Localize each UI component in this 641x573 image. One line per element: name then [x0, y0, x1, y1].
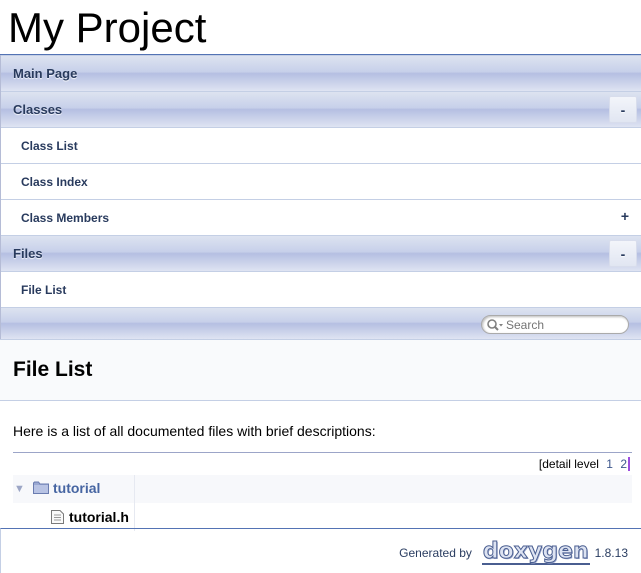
project-name: My Project	[8, 4, 207, 51]
collapse-toggle-classes[interactable]: -	[609, 96, 637, 123]
tree-row[interactable]: ▼ tutorial	[13, 475, 632, 503]
page-header: File List	[0, 339, 641, 401]
search-box[interactable]	[481, 315, 629, 334]
menu-main-page-label: Main Page	[13, 66, 78, 81]
folder-name[interactable]: tutorial	[53, 480, 100, 496]
detail-level: [detail level 1 2	[539, 457, 630, 471]
menu-classes[interactable]: Classes -	[1, 91, 641, 127]
search-icon[interactable]	[486, 318, 503, 332]
detail-level-bar: [detail level 1 2	[13, 453, 632, 475]
menu-class-list[interactable]: Class List	[1, 127, 641, 163]
title-area: My Project	[0, 0, 641, 55]
search-bar	[1, 307, 641, 339]
menu-file-list[interactable]: File List	[1, 271, 641, 307]
footer: Generated by doxygen 1.8.13	[0, 528, 641, 573]
menu-class-members[interactable]: Class Members +	[1, 199, 641, 235]
menu-class-index[interactable]: Class Index	[1, 163, 641, 199]
tree-row-name-cell: tutorial.h	[13, 503, 135, 531]
search-input[interactable]	[506, 317, 616, 332]
detail-level-label: [detail level	[538, 457, 599, 471]
file-tree-table: [detail level 1 2 ▼ tutorial tutorial.h	[13, 452, 632, 531]
document-icon	[51, 510, 64, 524]
menu-classes-label: Classes	[13, 102, 63, 117]
doxygen-logo[interactable]: doxygen	[481, 540, 590, 565]
nav-menu: Main Page Classes - Class List Class Ind…	[0, 55, 641, 339]
detail-level-1-link[interactable]: 1	[606, 457, 613, 471]
intro-text: Here is a list of all documented files w…	[13, 423, 376, 439]
version-text: 1.8.13	[594, 546, 628, 560]
expand-arrow-icon[interactable]: ▼	[14, 483, 25, 495]
main-content: Here is a list of all documented files w…	[0, 423, 641, 531]
expand-toggle-class-members[interactable]: +	[621, 208, 629, 224]
menu-class-index-label: Class Index	[21, 174, 88, 189]
menu-file-list-label: File List	[21, 282, 67, 297]
tree-row[interactable]: tutorial.h	[13, 503, 632, 531]
menu-files-label: Files	[13, 246, 43, 261]
folder-icon	[33, 481, 49, 494]
menu-class-list-label: Class List	[21, 138, 78, 153]
tree-row-name-cell: ▼ tutorial	[13, 475, 135, 503]
menu-files[interactable]: Files -	[1, 235, 641, 271]
collapse-toggle-files[interactable]: -	[609, 240, 637, 267]
file-name[interactable]: tutorial.h	[69, 509, 129, 525]
menu-main-page[interactable]: Main Page	[1, 55, 641, 91]
detail-level-2-link[interactable]: 2	[620, 457, 630, 471]
page-title: File List	[13, 358, 93, 381]
menu-class-members-label: Class Members	[21, 210, 110, 225]
footer-content: Generated by doxygen 1.8.13	[399, 540, 628, 565]
generated-by-text: Generated by	[399, 546, 472, 560]
